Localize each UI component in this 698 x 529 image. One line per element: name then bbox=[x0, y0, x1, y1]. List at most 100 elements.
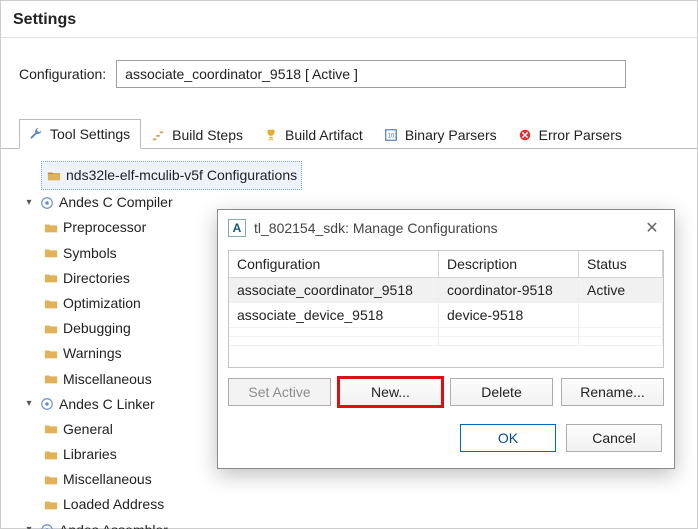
folder-icon bbox=[43, 220, 59, 236]
tree-root[interactable]: nds32le-elf-mculib-v5f Configurations bbox=[23, 161, 223, 190]
settings-tree[interactable]: nds32le-elf-mculib-v5f Configurations ▾ … bbox=[23, 161, 223, 529]
tree-item[interactable]: Symbols bbox=[43, 241, 223, 266]
folder-icon bbox=[43, 270, 59, 286]
tab-label: Binary Parsers bbox=[405, 127, 497, 143]
trophy-icon bbox=[263, 127, 279, 143]
folder-icon bbox=[43, 321, 59, 337]
cell-desc: device-9518 bbox=[439, 303, 579, 328]
tab-error-parsers[interactable]: Error Parsers bbox=[508, 120, 633, 149]
cancel-button[interactable]: Cancel bbox=[566, 424, 662, 452]
tree-group-label: Andes C Compiler bbox=[59, 190, 173, 215]
wrench-icon bbox=[28, 126, 44, 142]
table-row[interactable] bbox=[229, 328, 663, 337]
col-config[interactable]: Configuration bbox=[229, 251, 439, 278]
cell-config: associate_device_9518 bbox=[229, 303, 439, 328]
tab-label: Error Parsers bbox=[539, 127, 622, 143]
cell-status bbox=[579, 303, 663, 328]
configuration-label: Configuration: bbox=[19, 66, 106, 82]
folder-icon bbox=[46, 168, 62, 184]
tree-item-label: Preprocessor bbox=[63, 215, 146, 240]
close-icon[interactable]: ✕ bbox=[640, 218, 664, 238]
dialog-title: tl_802154_sdk: Manage Configurations bbox=[254, 220, 498, 236]
page-title: Settings bbox=[1, 1, 697, 38]
tree-group[interactable]: ▾ Andes C Linker bbox=[23, 392, 223, 417]
folder-icon bbox=[43, 296, 59, 312]
table-header: Configuration Description Status bbox=[229, 251, 663, 278]
table-row[interactable] bbox=[229, 337, 663, 346]
tab-binary-parsers[interactable]: 101 Binary Parsers bbox=[374, 120, 508, 149]
tab-bar: Tool Settings Build Steps Build Artifact… bbox=[1, 100, 697, 149]
tree-group-label: Andes Assembler bbox=[59, 518, 168, 529]
dialog-confirm-row: OK Cancel bbox=[230, 424, 662, 452]
tree-item[interactable]: Warnings bbox=[43, 341, 223, 366]
folder-icon bbox=[43, 497, 59, 513]
new-button[interactable]: New... bbox=[339, 378, 442, 406]
folder-icon bbox=[43, 371, 59, 387]
tree-item-label: Miscellaneous bbox=[63, 467, 152, 492]
configuration-select[interactable]: associate_coordinator_9518 [ Active ] bbox=[116, 60, 626, 88]
error-icon bbox=[517, 127, 533, 143]
chevron-down-icon[interactable]: ▾ bbox=[23, 197, 35, 209]
tree-item[interactable]: Optimization bbox=[43, 291, 223, 316]
tree-item[interactable]: General bbox=[43, 417, 223, 442]
tree-children: General Libraries Miscellaneous Loaded A… bbox=[23, 417, 223, 518]
tab-label: Tool Settings bbox=[50, 126, 130, 142]
tab-build-steps[interactable]: Build Steps bbox=[141, 120, 254, 149]
delete-button[interactable]: Delete bbox=[450, 378, 553, 406]
tree-item[interactable]: Debugging bbox=[43, 316, 223, 341]
tree-root-label: nds32le-elf-mculib-v5f Configurations bbox=[66, 163, 297, 188]
dialog-action-row: Set Active New... Delete Rename... bbox=[228, 378, 664, 406]
col-description[interactable]: Description bbox=[439, 251, 579, 278]
cell-desc: coordinator-9518 bbox=[439, 278, 579, 303]
tree-group[interactable]: ▾ Andes Assembler bbox=[23, 518, 223, 529]
tab-tool-settings[interactable]: Tool Settings bbox=[19, 119, 141, 149]
tree-item[interactable]: Loaded Address bbox=[43, 492, 223, 517]
settings-window: Settings Configuration: associate_coordi… bbox=[0, 0, 698, 529]
tree-item-label: Symbols bbox=[63, 241, 117, 266]
tree-item[interactable]: Miscellaneous bbox=[43, 367, 223, 392]
tree-item[interactable]: Directories bbox=[43, 266, 223, 291]
tree-item-label: Warnings bbox=[63, 341, 122, 366]
chevron-down-icon[interactable]: ▾ bbox=[23, 398, 35, 410]
tree-children: Preprocessor Symbols Directories Optimiz… bbox=[23, 215, 223, 391]
tab-label: Build Artifact bbox=[285, 127, 363, 143]
dialog-title-bar: A tl_802154_sdk: Manage Configurations ✕ bbox=[218, 210, 674, 248]
tool-icon bbox=[39, 195, 55, 211]
col-status[interactable]: Status bbox=[579, 251, 663, 278]
tab-build-artifact[interactable]: Build Artifact bbox=[254, 120, 374, 149]
folder-icon bbox=[43, 447, 59, 463]
svg-text:101: 101 bbox=[387, 133, 398, 140]
set-active-button: Set Active bbox=[228, 378, 331, 406]
folder-icon bbox=[43, 346, 59, 362]
tree-item-label: Debugging bbox=[63, 316, 131, 341]
tool-icon bbox=[39, 396, 55, 412]
tree-item[interactable]: Miscellaneous bbox=[43, 467, 223, 492]
rename-button[interactable]: Rename... bbox=[561, 378, 664, 406]
cell-status: Active bbox=[579, 278, 663, 303]
configuration-row: Configuration: associate_coordinator_951… bbox=[1, 38, 697, 100]
configuration-value: associate_coordinator_9518 [ Active ] bbox=[125, 66, 358, 82]
binary-icon: 101 bbox=[383, 127, 399, 143]
tab-label: Build Steps bbox=[172, 127, 243, 143]
chevron-down-icon[interactable]: ▾ bbox=[23, 524, 35, 529]
folder-icon bbox=[43, 472, 59, 488]
tree-item-label: General bbox=[63, 417, 113, 442]
configurations-table[interactable]: Configuration Description Status associa… bbox=[228, 250, 664, 368]
tool-icon bbox=[39, 522, 55, 529]
tree-group-label: Andes C Linker bbox=[59, 392, 155, 417]
tree-group[interactable]: ▾ Andes C Compiler bbox=[23, 190, 223, 215]
tree-item-label: Directories bbox=[63, 266, 130, 291]
ok-button[interactable]: OK bbox=[460, 424, 556, 452]
table-row[interactable]: associate_device_9518 device-9518 bbox=[229, 303, 663, 328]
tree-item-label: Loaded Address bbox=[63, 492, 164, 517]
tree-item[interactable]: Libraries bbox=[43, 442, 223, 467]
table-row[interactable]: associate_coordinator_9518 coordinator-9… bbox=[229, 278, 663, 303]
tree-item[interactable]: Preprocessor bbox=[43, 215, 223, 240]
steps-icon bbox=[150, 127, 166, 143]
app-icon: A bbox=[228, 219, 246, 237]
tree-item-label: Libraries bbox=[63, 442, 117, 467]
cell-config: associate_coordinator_9518 bbox=[229, 278, 439, 303]
manage-configurations-dialog: A tl_802154_sdk: Manage Configurations ✕… bbox=[217, 209, 675, 469]
tree-item-label: Optimization bbox=[63, 291, 141, 316]
folder-icon bbox=[43, 245, 59, 261]
